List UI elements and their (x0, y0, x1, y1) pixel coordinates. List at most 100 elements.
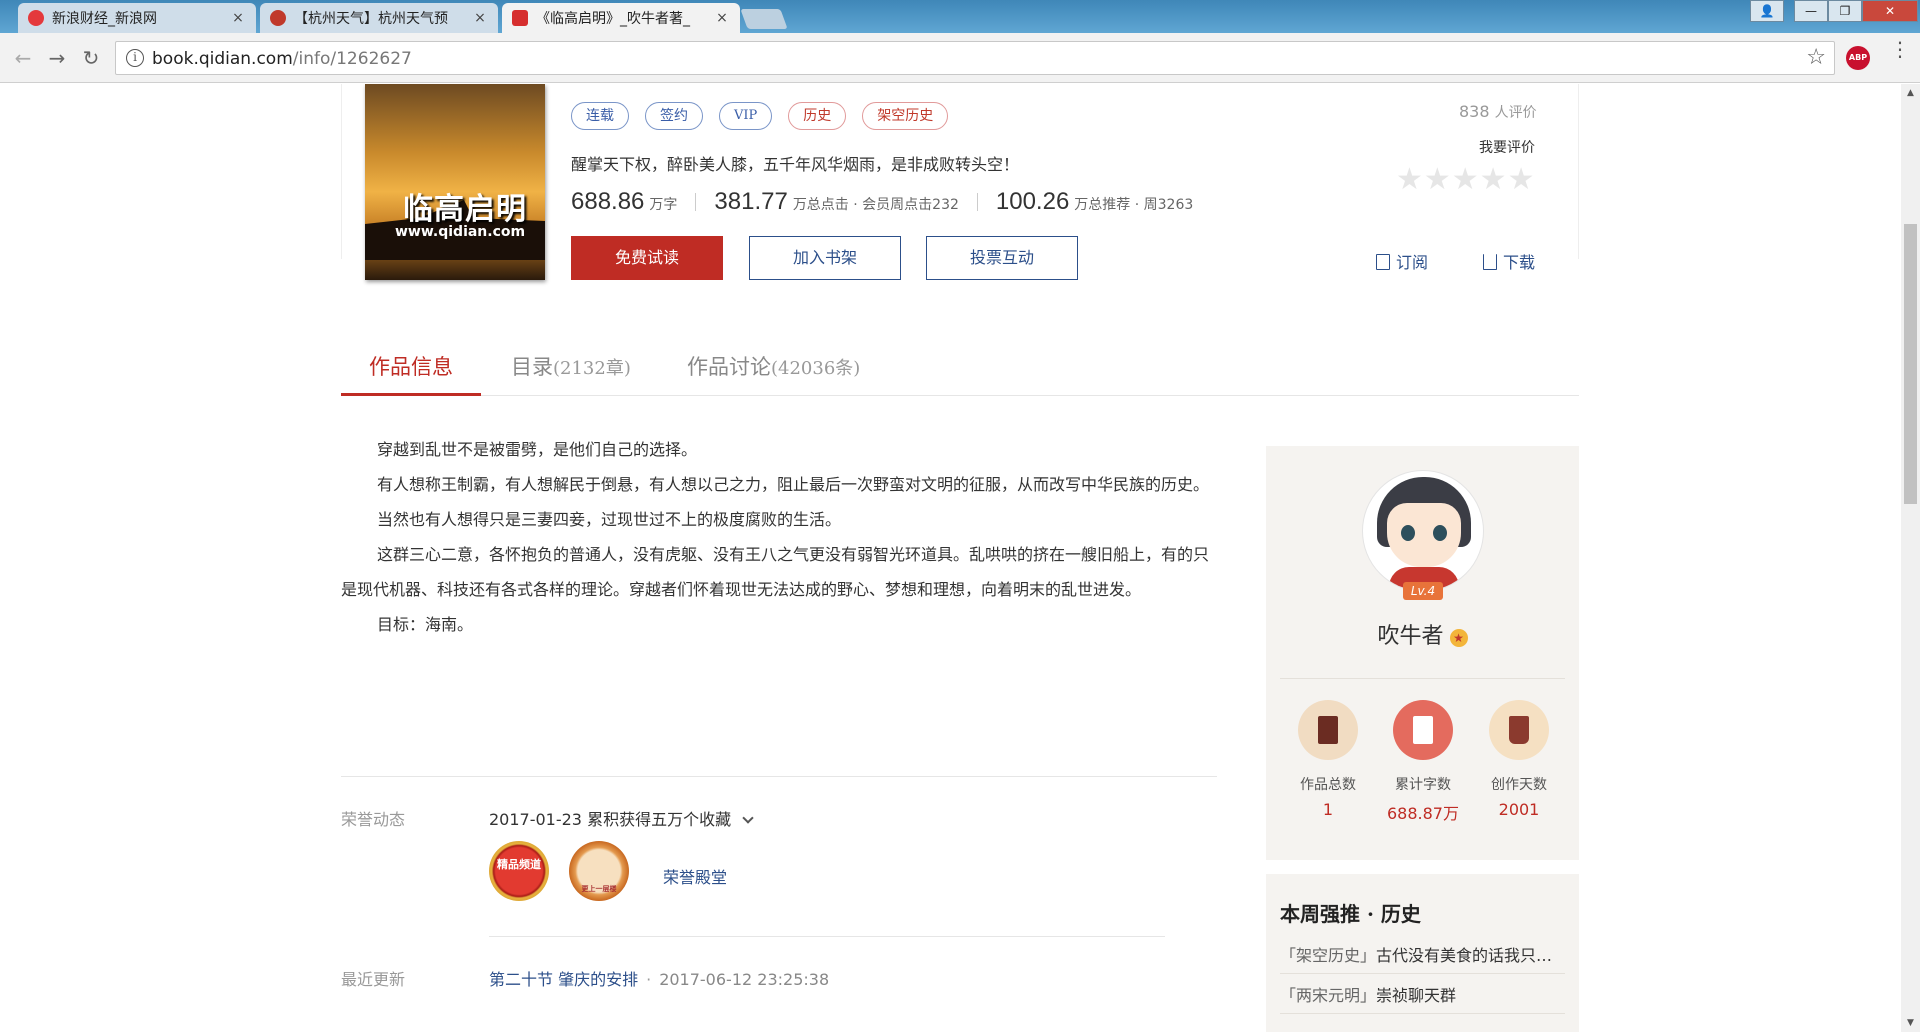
honor-date: 2017-01-23 (489, 810, 582, 829)
honor-label: 荣誉动态 (341, 810, 406, 829)
avatar-eye (1401, 525, 1415, 541)
window-controls: 👤 — ❐ ✕ (1750, 0, 1918, 22)
tab-title: 新浪财经_新浪网 (52, 11, 157, 27)
subscribe-link[interactable]: 订阅 (1376, 249, 1428, 273)
browser-menu-icon[interactable]: ⋮ (1890, 39, 1910, 59)
qidian-favicon-icon (512, 10, 528, 26)
chevron-down-icon (742, 812, 754, 824)
rating-stars[interactable]: ★★★★★ (1396, 162, 1535, 197)
content-tabs: 作品信息 目录(2132章) 作品讨论(42036条) (341, 342, 1579, 396)
medal-text: 更上一层楼 (581, 885, 617, 893)
browser-tab-qidian[interactable]: 《临高启明》_吹牛者著_ × (502, 3, 740, 33)
rating-count-suffix: 人评价 (1494, 105, 1537, 121)
user-icon[interactable]: 👤 (1750, 0, 1784, 22)
author-level-badge: Lv.4 (1403, 582, 1443, 600)
stat-label: 作品总数 (1300, 777, 1356, 793)
maximize-button[interactable]: ❐ (1828, 0, 1862, 22)
item-title: 崇祯聊天群 (1376, 986, 1457, 1005)
rating-count: 838 人评价 (1459, 102, 1537, 122)
notebook-icon (1393, 700, 1453, 760)
browser-tab-sina[interactable]: 新浪财经_新浪网 × (18, 3, 256, 33)
tag-alt-history[interactable]: 架空历史 (862, 102, 949, 130)
stat-label: 累计字数 (1395, 777, 1451, 793)
cover-site: www.qidian.com (395, 224, 526, 240)
author-avatar[interactable] (1362, 470, 1484, 592)
rating-count-number: 838 (1459, 102, 1490, 121)
book-stats: 688.86 万字 381.77 万总点击 · 会员周点击232 100.26 … (571, 188, 1193, 216)
stat-value: 688.87万 (1387, 804, 1459, 823)
download-label: 下载 (1503, 253, 1536, 272)
browser-toolbar: ← → ↻ i book.qidian.com/info/1262627 ☆ A… (0, 33, 1920, 83)
latest-update: 第二十节 肇庆的安排 · 2017-06-12 23:25:38 (489, 966, 829, 990)
scroll-down-icon[interactable]: ▼ (1901, 1014, 1920, 1032)
tag-vip[interactable]: VIP (719, 102, 773, 130)
address-bar[interactable]: i book.qidian.com/info/1262627 ☆ (115, 41, 1835, 75)
tab-title: 【杭州天气】杭州天气预 (294, 11, 448, 27)
tag-signed[interactable]: 签约 (645, 102, 703, 130)
honor-hall-link[interactable]: 荣誉殿堂 (663, 864, 727, 888)
tab-book-info[interactable]: 作品信息 (341, 342, 481, 396)
avatar-face (1387, 503, 1461, 567)
document-icon (1376, 254, 1390, 270)
tag-history[interactable]: 历史 (788, 102, 847, 130)
url-host: book.qidian.com (152, 49, 293, 69)
tab-strip: 新浪财经_新浪网 × 【杭州天气】杭州天气预 × 《临高启明》_吹牛者著_ × … (0, 0, 1920, 33)
author-divider (1280, 678, 1565, 679)
site-info-icon[interactable]: i (126, 49, 144, 67)
scroll-up-icon[interactable]: ▲ (1901, 84, 1920, 102)
reload-button[interactable]: ↻ (78, 45, 104, 71)
book-cover[interactable]: 临高启明 www.qidian.com (365, 84, 545, 280)
author-name-row: 吹牛者 ★ (1266, 618, 1579, 650)
author-stat-days: 创作天数 2001 (1479, 700, 1559, 819)
url-path: /info/1262627 (292, 49, 412, 69)
forward-button[interactable]: → (44, 45, 70, 71)
close-tab-icon[interactable]: × (472, 10, 488, 26)
item-category: 「两宋元明」 (1280, 986, 1377, 1005)
url-text[interactable]: book.qidian.com/info/1262627 (152, 49, 412, 69)
new-tab-button[interactable] (740, 9, 788, 29)
tab-count: (42036条) (771, 358, 861, 379)
medal-icon[interactable]: 精品频道 (489, 841, 549, 901)
tab-label: 目录 (511, 355, 553, 379)
vote-button[interactable]: 投票互动 (926, 236, 1078, 280)
book-tags: 连载 签约 VIP 历史 架空历史 (571, 102, 964, 130)
tab-count: (2132章) (553, 358, 631, 379)
tab-discussion[interactable]: 作品讨论(42036条) (659, 342, 888, 396)
item-title: 古代没有美食的话我只… (1376, 946, 1553, 965)
avatar-eye (1433, 525, 1447, 541)
adblock-icon[interactable]: ABP (1846, 46, 1870, 70)
free-read-button[interactable]: 免费试读 (571, 236, 723, 280)
description-paragraph: 目标：海南。 (377, 615, 474, 634)
download-icon (1483, 254, 1497, 270)
book-intro: 醒掌天下权，醉卧美人膝，五千年风华烟雨，是非成败转头空！ (571, 155, 1020, 174)
scrollbar-thumb[interactable] (1904, 224, 1917, 504)
bookmark-star-icon[interactable]: ☆ (1806, 45, 1826, 70)
close-tab-icon[interactable]: × (230, 10, 246, 26)
vertical-scrollbar[interactable]: ▲ ▼ (1901, 84, 1920, 1032)
honor-dropdown[interactable]: 2017-01-23 累积获得五万个收藏 (489, 806, 754, 830)
tag-serial[interactable]: 连载 (571, 102, 629, 130)
weekly-recommend-item[interactable]: 「架空历史」古代没有美食的话我只… (1280, 938, 1565, 974)
author-name[interactable]: 吹牛者 (1377, 624, 1443, 649)
browser-tab-weather[interactable]: 【杭州天气】杭州天气预 × (260, 3, 498, 33)
word-count: 688.86 (571, 188, 645, 215)
weekly-recommend-title: 本周强推 · 历史 (1280, 902, 1421, 926)
close-window-button[interactable]: ✕ (1862, 0, 1918, 22)
coffee-cup-icon (1489, 700, 1549, 760)
separator-dot: · (646, 970, 652, 989)
book-icon (1298, 700, 1358, 760)
stat-value: 1 (1322, 800, 1334, 819)
weekly-recommend-panel: 本周强推 · 历史 「架空历史」古代没有美食的话我只… 「两宋元明」崇祯聊天群 (1266, 874, 1579, 1032)
back-button[interactable]: ← (10, 45, 36, 71)
weekly-recommend-item[interactable]: 「两宋元明」崇祯聊天群 (1280, 978, 1565, 1014)
medal-text: 精品频道 (497, 858, 541, 871)
tab-catalog[interactable]: 目录(2132章) (483, 342, 659, 396)
medal-icon[interactable]: 更上一层楼 (569, 841, 629, 901)
latest-chapter-link[interactable]: 第二十节 肇庆的安排 (489, 970, 638, 989)
close-tab-icon[interactable]: × (714, 10, 730, 26)
download-link[interactable]: 下载 (1483, 249, 1535, 273)
description-paragraph: 有人想称王制霸，有人想解民于倒悬，有人想以己之力，阻止最后一次野蛮对文明的征服，… (377, 475, 1210, 494)
minimize-button[interactable]: — (1794, 0, 1828, 22)
recommend-count: 100.26 (995, 188, 1070, 215)
add-to-shelf-button[interactable]: 加入书架 (749, 236, 901, 280)
